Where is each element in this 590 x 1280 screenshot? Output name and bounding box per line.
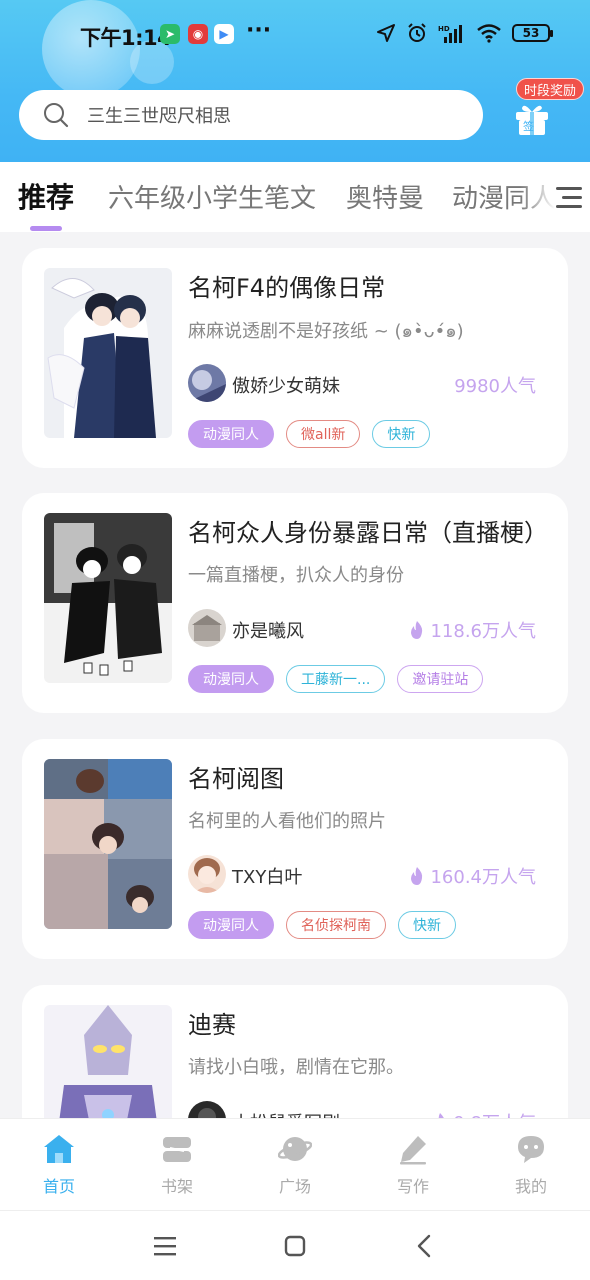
- tag[interactable]: 动漫同人: [188, 420, 274, 448]
- nav-bookshelf[interactable]: 书架: [137, 1133, 217, 1197]
- book-description: 麻麻说透剧不是好孩纸 ~ (๑•̀ᴗ•́๑): [188, 321, 464, 342]
- tab-recommend[interactable]: 推荐: [18, 176, 74, 216]
- navigation-icon: [377, 24, 395, 42]
- active-tab-indicator: [30, 226, 62, 231]
- book-title: 名柯众人身份暴露日常（直播梗）: [188, 519, 548, 547]
- app-notification-icon: ◉: [188, 24, 208, 44]
- tab-ultraman[interactable]: 奥特曼: [346, 178, 424, 215]
- category-tabs: 推荐 六年级小学生笔文 奥特曼 动漫同人: [0, 162, 590, 232]
- author-avatar: [188, 855, 226, 893]
- nav-square[interactable]: 广场: [255, 1133, 335, 1197]
- category-menu-icon[interactable]: [554, 184, 584, 212]
- book-cover: [44, 268, 172, 438]
- alarm-icon: [408, 23, 426, 42]
- nav-label: 首页: [42, 1177, 75, 1196]
- book-card[interactable]: 迪赛 请找小白哦，剧情在它那。 小松鼠爱写剧 9.8万人气: [22, 985, 568, 1118]
- book-title: 迪赛: [188, 1011, 236, 1039]
- home-button-icon[interactable]: [282, 1233, 308, 1259]
- author-name: 亦是曦风: [232, 621, 304, 642]
- flame-icon: [411, 867, 423, 885]
- book-card[interactable]: 名柯阅图 名柯里的人看他们的照片 TXY白叶 160.4万人气 动漫同人 名侦探…: [22, 739, 568, 959]
- status-time: 下午1:14: [80, 26, 172, 50]
- nav-label: 我的: [514, 1177, 547, 1196]
- author-name: TXY白叶: [232, 867, 303, 888]
- book-description: 请找小白哦，剧情在它那。: [188, 1057, 404, 1078]
- planet-icon: [277, 1137, 313, 1161]
- book-title: 名柯F4的偶像日常: [188, 274, 386, 302]
- author-name: 小松鼠爱写剧: [232, 1109, 340, 1118]
- back-icon[interactable]: [412, 1233, 438, 1259]
- tag[interactable]: 微all新: [286, 420, 361, 448]
- location-app-icon: ➤: [160, 24, 180, 44]
- nav-label: 书架: [160, 1177, 193, 1196]
- battery-indicator: 53: [512, 24, 553, 42]
- popularity-value: 118.6万人气: [430, 621, 536, 642]
- tag-list: 动漫同人 工藤新一... 邀请驻站: [188, 665, 484, 693]
- header: 下午1:14 ➤ ◉ ▶ ··· HD 53 三生三世咫尺相思 时段奖励 签: [0, 0, 590, 162]
- tag[interactable]: 快新: [398, 911, 456, 939]
- popularity-value: 160.4万人气: [430, 867, 536, 888]
- nav-label: 广场: [278, 1177, 311, 1196]
- author-avatar: [188, 364, 226, 402]
- author-avatar: [188, 1101, 226, 1118]
- search-bar[interactable]: 三生三世咫尺相思: [19, 90, 483, 140]
- book-description: 名柯里的人看他们的照片: [188, 811, 386, 832]
- reward-badge: 时段奖励: [516, 78, 585, 100]
- gift-reward-button[interactable]: 时段奖励 签: [508, 78, 585, 138]
- tag[interactable]: 邀请驻站: [397, 665, 484, 693]
- tab-grade-six[interactable]: 六年级小学生笔文: [108, 178, 316, 215]
- recent-apps-icon[interactable]: [152, 1233, 178, 1259]
- nav-label: 写作: [396, 1177, 429, 1196]
- nav-mine[interactable]: 我的: [491, 1133, 571, 1197]
- tag[interactable]: 动漫同人: [188, 911, 274, 939]
- popularity-value: 9980人气: [454, 376, 536, 397]
- book-cover: [44, 759, 172, 929]
- system-navigation-bar: [0, 1210, 590, 1280]
- flame-icon: [411, 621, 423, 639]
- book-cover: [44, 1005, 172, 1118]
- popularity: 118.6万人气: [408, 617, 536, 643]
- pen-icon: [400, 1136, 426, 1165]
- chat-face-icon: [518, 1136, 544, 1163]
- author-name: 傲娇少女萌妹: [232, 376, 340, 397]
- video-app-icon: ▶: [214, 24, 234, 44]
- bottom-navigation: 首页 书架 广场 写作 我的: [0, 1118, 590, 1210]
- popularity: 9980人气: [454, 372, 536, 398]
- book-title: 名柯阅图: [188, 765, 284, 793]
- svg-text:HD: HD: [438, 25, 450, 33]
- popularity-value: 9.8万人气: [453, 1109, 536, 1118]
- book-description: 一篇直播梗，扒众人的身份: [188, 565, 404, 586]
- home-icon: [44, 1135, 74, 1163]
- popularity: 160.4万人气: [408, 863, 536, 889]
- tag[interactable]: 动漫同人: [188, 665, 274, 693]
- author-avatar: [188, 609, 226, 647]
- wifi-icon: [477, 24, 501, 43]
- book-cover: [44, 513, 172, 683]
- more-notifications-icon: ···: [246, 18, 272, 43]
- tag-list: 动漫同人 微all新 快新: [188, 420, 431, 448]
- book-card[interactable]: 名柯F4的偶像日常 麻麻说透剧不是好孩纸 ~ (๑•̀ᴗ•́๑) 傲娇少女萌妹 …: [22, 248, 568, 468]
- book-card[interactable]: 名柯众人身份暴露日常（直播梗） 一篇直播梗，扒众人的身份 亦是曦风 118.6万…: [22, 493, 568, 713]
- signal-icon: HD: [438, 25, 462, 43]
- tag[interactable]: 工藤新一...: [286, 665, 386, 693]
- nav-write[interactable]: 写作: [373, 1133, 453, 1197]
- tag-list: 动漫同人 名侦探柯南 快新: [188, 911, 456, 939]
- bookshelf-icon: [163, 1137, 191, 1162]
- search-icon: [44, 103, 69, 128]
- tag[interactable]: 名侦探柯南: [286, 911, 386, 939]
- nav-home[interactable]: 首页: [19, 1133, 99, 1197]
- search-placeholder: 三生三世咫尺相思: [87, 106, 231, 127]
- popularity: 9.8万人气: [431, 1109, 536, 1118]
- status-bar: 下午1:14 ➤ ◉ ▶ ··· HD 53: [0, 14, 590, 54]
- tag[interactable]: 快新: [372, 420, 431, 448]
- sign-in-label: 签: [523, 120, 534, 133]
- book-list: 名柯F4的偶像日常 麻麻说透剧不是好孩纸 ~ (๑•̀ᴗ•́๑) 傲娇少女萌妹 …: [0, 232, 590, 1118]
